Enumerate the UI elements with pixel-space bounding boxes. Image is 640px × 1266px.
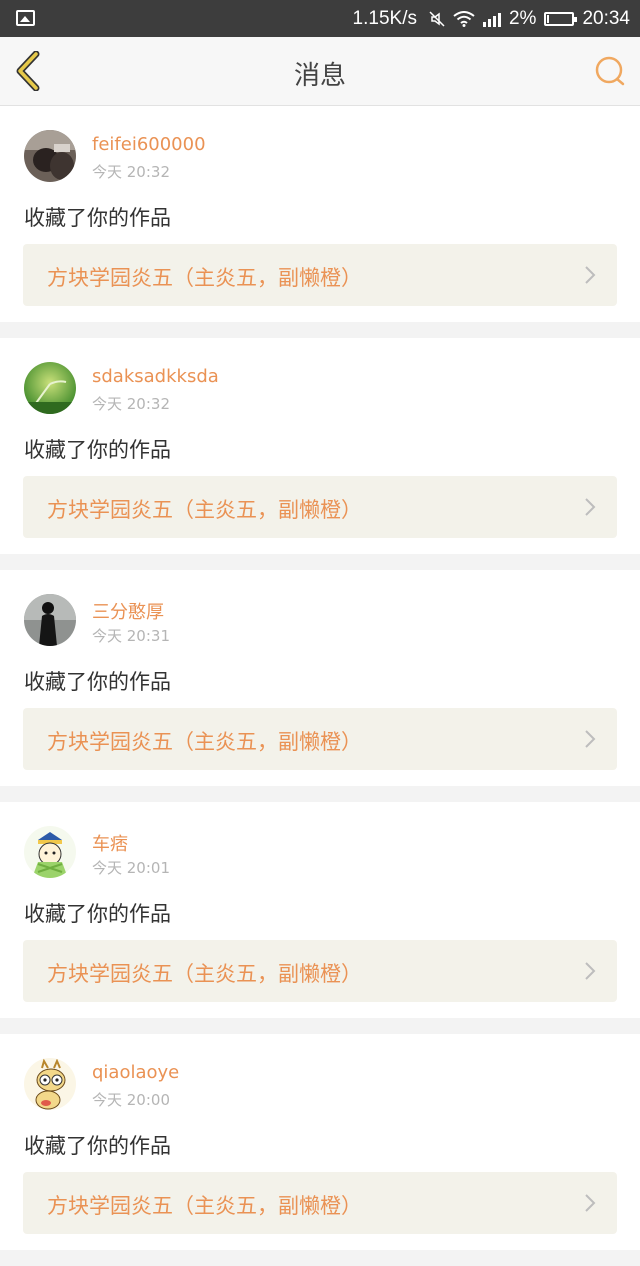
action-text: 收藏了你的作品 — [24, 902, 171, 926]
header: 消息 — [0, 37, 640, 106]
username[interactable]: 三分憨厚 — [92, 598, 164, 624]
work-title: 方块学园炎五（主炎五，副懒橙） — [47, 962, 362, 986]
avatar[interactable] — [24, 362, 76, 414]
timestamp: 今天 20:31 — [92, 627, 170, 645]
work-link[interactable]: 方块学园炎五（主炎五，副懒橙） — [23, 476, 617, 538]
status-bar: 1.15K/s 2% 20:34 — [0, 0, 640, 37]
mute-icon — [429, 11, 445, 27]
message-card: 车痞 今天 20:01 收藏了你的作品 方块学园炎五（主炎五，副懒橙） — [0, 802, 640, 1018]
work-link[interactable]: 方块学园炎五（主炎五，副懒橙） — [23, 244, 617, 306]
chevron-right-icon — [583, 728, 597, 750]
page-title: 消息 — [293, 61, 346, 91]
battery-percent: 2% — [508, 8, 537, 29]
work-link[interactable]: 方块学园炎五（主炎五，副懒橙） — [23, 940, 617, 1002]
network-speed: 1.15K/s — [352, 8, 417, 29]
username[interactable]: sdaksadkksda — [92, 366, 219, 387]
chevron-right-icon — [583, 264, 597, 286]
work-title: 方块学园炎五（主炎五，副懒橙） — [47, 498, 362, 522]
action-text: 收藏了你的作品 — [24, 206, 171, 230]
timestamp: 今天 20:01 — [92, 859, 170, 877]
work-title: 方块学园炎五（主炎五，副懒橙） — [47, 730, 362, 754]
timestamp: 今天 20:00 — [92, 1091, 170, 1109]
action-text: 收藏了你的作品 — [24, 670, 171, 694]
timestamp: 今天 20:32 — [92, 395, 170, 413]
username[interactable]: qiaolaoye — [92, 1062, 179, 1083]
signal-icon — [482, 11, 501, 27]
battery-level — [547, 15, 550, 23]
work-link[interactable]: 方块学园炎五（主炎五，副懒橙） — [23, 708, 617, 770]
image-icon — [16, 10, 35, 26]
work-link[interactable]: 方块学园炎五（主炎五，副懒橙） — [23, 1172, 617, 1234]
search-icon[interactable] — [594, 55, 626, 87]
wifi-icon — [453, 11, 475, 27]
chevron-right-icon — [583, 496, 597, 518]
chevron-right-icon — [583, 960, 597, 982]
status-bar-right: 1.15K/s 2% 20:34 — [353, 7, 630, 31]
avatar[interactable] — [24, 594, 76, 646]
work-title: 方块学园炎五（主炎五，副懒橙） — [47, 1194, 362, 1218]
message-card: 三分憨厚 今天 20:31 收藏了你的作品 方块学园炎五（主炎五，副懒橙） — [0, 570, 640, 786]
message-card: qiaolaoye 今天 20:00 收藏了你的作品 方块学园炎五（主炎五，副懒… — [0, 1034, 640, 1250]
username[interactable]: 车痞 — [92, 830, 128, 856]
timestamp: 今天 20:32 — [92, 163, 170, 181]
action-text: 收藏了你的作品 — [24, 1134, 171, 1158]
message-list: feifei600000 今天 20:32 收藏了你的作品 方块学园炎五（主炎五… — [0, 106, 640, 1266]
avatar[interactable] — [24, 1058, 76, 1110]
avatar[interactable] — [24, 130, 76, 182]
message-card: feifei600000 今天 20:32 收藏了你的作品 方块学园炎五（主炎五… — [0, 106, 640, 322]
avatar[interactable] — [24, 826, 76, 878]
action-text: 收藏了你的作品 — [24, 438, 171, 462]
battery-icon — [544, 12, 578, 26]
work-title: 方块学园炎五（主炎五，副懒橙） — [47, 266, 362, 290]
message-card: sdaksadkksda 今天 20:32 收藏了你的作品 方块学园炎五（主炎五… — [0, 338, 640, 554]
clock: 20:34 — [582, 8, 630, 29]
username[interactable]: feifei600000 — [92, 134, 206, 155]
chevron-right-icon — [583, 1192, 597, 1214]
